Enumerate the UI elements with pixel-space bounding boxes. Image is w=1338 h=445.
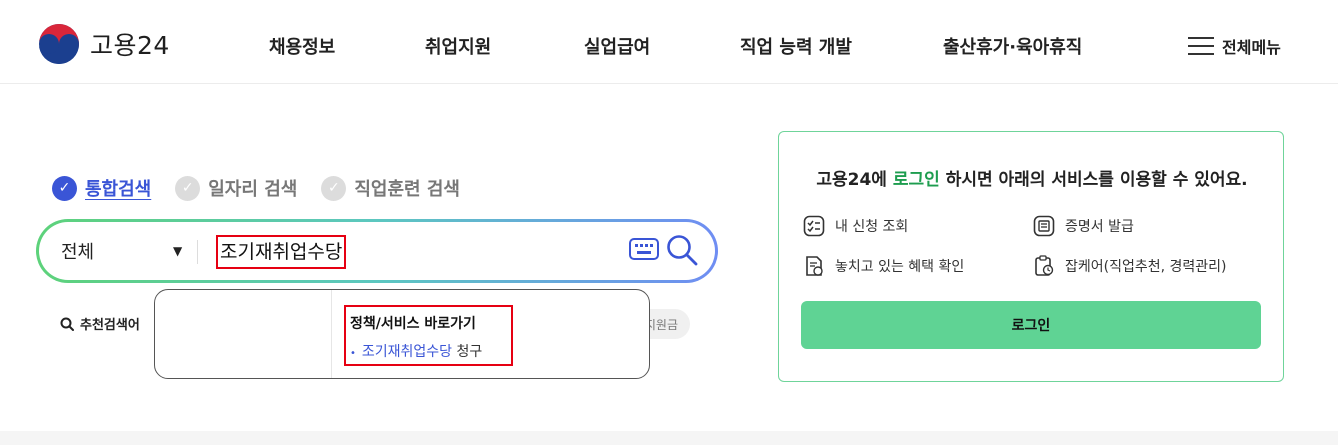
logo-text: 고용24 xyxy=(90,31,170,60)
all-menu-button[interactable]: 전체메뉴 xyxy=(1188,34,1281,58)
check-circle-icon: ✓ xyxy=(52,175,77,201)
title-suffix: 하시면 아래의 서비스를 이용할 수 있어요. xyxy=(939,170,1248,190)
login-card: 고용24에 로그인 하시면 아래의 서비스를 이용할 수 있어요. 내 신청 조… xyxy=(778,131,1284,382)
service-my-applications[interactable]: 내 신청 조회 xyxy=(803,215,908,237)
search-icon xyxy=(60,317,74,331)
service-label: 증명서 발급 xyxy=(1065,219,1134,235)
autocomplete-item-suffix: 청구 xyxy=(452,344,483,360)
site-logo[interactable]: 고용24 xyxy=(38,23,170,65)
tab-label: 직업훈련 검색 xyxy=(354,179,460,200)
footer-band xyxy=(0,431,1338,445)
taegeuk-logo-icon xyxy=(39,24,79,64)
service-label: 잡케어(직업추천, 경력관리) xyxy=(1065,259,1227,275)
service-label: 내 신청 조회 xyxy=(835,219,909,235)
service-jobcare[interactable]: 잡케어(직업추천, 경력관리) xyxy=(1033,255,1227,277)
check-circle-icon: ✓ xyxy=(175,175,201,201)
nav-item-unemployment-benefit[interactable]: 실업급여 xyxy=(584,33,650,59)
nav-item-skill-development[interactable]: 직업 능력 개발 xyxy=(740,33,852,59)
service-missed-benefits[interactable]: 놓치고 있는 혜택 확인 xyxy=(803,255,964,277)
tab-label: 통합검색 xyxy=(85,179,152,200)
recommended-keywords: 추천검색어 xyxy=(60,314,140,333)
hamburger-icon xyxy=(1188,37,1214,55)
all-menu-label: 전체메뉴 xyxy=(1222,38,1281,57)
document-alert-icon xyxy=(806,256,823,276)
tab-training-search[interactable]: ✓ 직업훈련 검색 xyxy=(321,175,460,201)
search-scope-select[interactable]: 전체 xyxy=(61,238,94,264)
certificate-icon xyxy=(1033,215,1055,237)
keyboard-icon[interactable] xyxy=(629,238,659,260)
nav-item-parental-leave[interactable]: 출산휴가·육아휴직 xyxy=(943,33,1082,59)
divider xyxy=(197,240,198,264)
search-icon[interactable] xyxy=(665,233,699,267)
check-circle-icon: ✓ xyxy=(321,175,347,201)
caret-down-icon[interactable]: ▼ xyxy=(173,244,182,258)
autocomplete-dropdown: 정책/서비스 바로가기 • 조기재취업수당 청구 xyxy=(154,289,650,379)
tab-label: 일자리 검색 xyxy=(208,179,298,200)
divider xyxy=(331,290,332,378)
clipboard-clock-icon xyxy=(1035,255,1054,276)
search-tabs: ✓ 통합검색 ✓ 일자리 검색 ✓ 직업훈련 검색 xyxy=(52,175,460,201)
nav-item-jobs[interactable]: 채용정보 xyxy=(269,33,335,59)
site-header: 고용24 채용정보 취업지원 실업급여 직업 능력 개발 출산휴가·육아휴직 전… xyxy=(0,0,1338,84)
nav-item-employment-support[interactable]: 취업지원 xyxy=(425,33,491,59)
search-bar: 전체 ▼ 조기재취업수당 xyxy=(36,219,718,283)
service-certificate[interactable]: 증명서 발급 xyxy=(1033,215,1134,237)
service-label: 놓치고 있는 혜택 확인 xyxy=(835,259,965,275)
checklist-icon xyxy=(803,215,825,237)
title-highlight: 로그인 xyxy=(892,170,940,190)
recommended-keywords-label: 추천검색어 xyxy=(80,318,140,333)
login-button[interactable]: 로그인 xyxy=(801,301,1261,349)
autocomplete-item-link[interactable]: 조기재취업수당 xyxy=(362,344,452,360)
title-prefix: 고용24에 xyxy=(816,170,893,190)
login-card-title: 고용24에 로그인 하시면 아래의 서비스를 이용할 수 있어요. xyxy=(779,165,1285,190)
autocomplete-item[interactable]: • 조기재취업수당 청구 xyxy=(350,341,482,361)
tab-integrated-search[interactable]: ✓ 통합검색 xyxy=(52,175,151,201)
section-title: 정책/서비스 바로가기 xyxy=(350,316,476,332)
highlight-box: 정책/서비스 바로가기 • 조기재취업수당 청구 xyxy=(344,305,513,366)
bullet-icon: • xyxy=(350,348,356,359)
search-input[interactable]: 조기재취업수당 xyxy=(216,235,347,269)
tab-job-search[interactable]: ✓ 일자리 검색 xyxy=(175,175,297,201)
